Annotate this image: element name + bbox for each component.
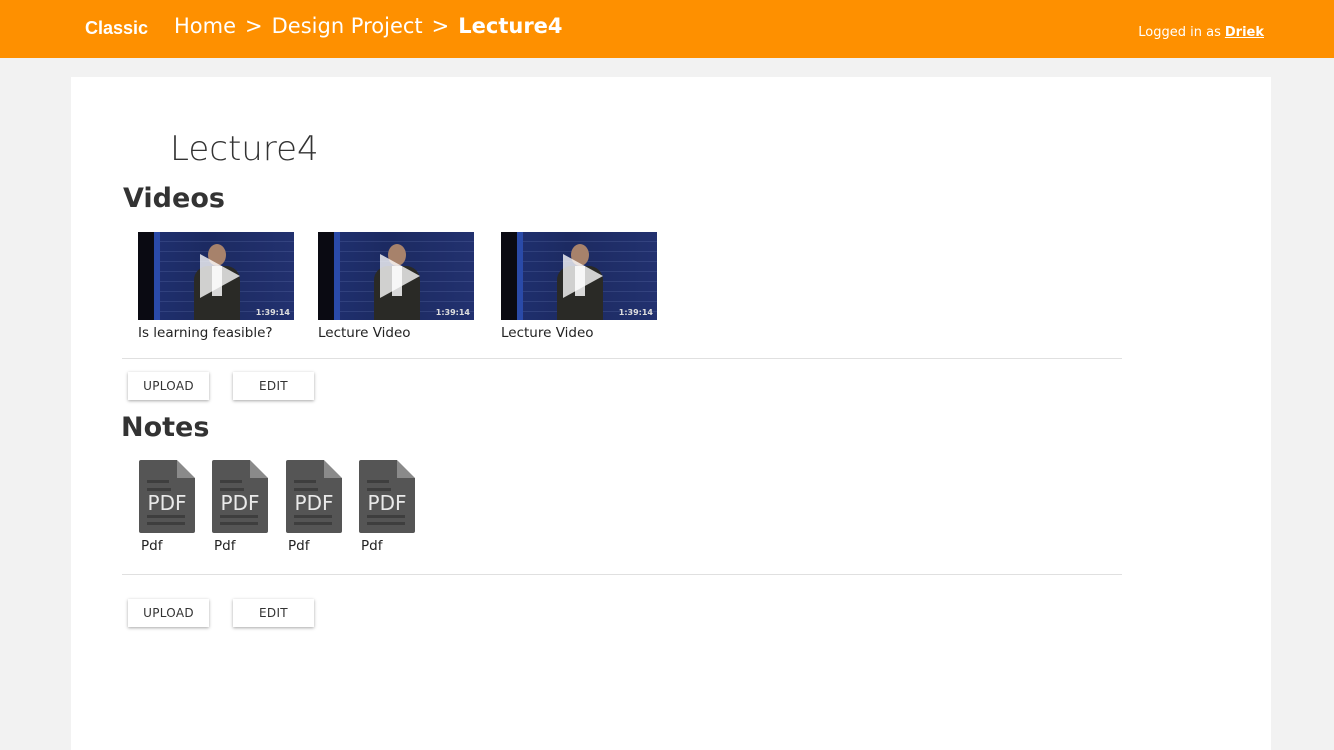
videos-heading: Videos (123, 183, 225, 214)
thumbnail-stripe (334, 232, 340, 320)
pdf-icon-label: PDF (294, 491, 334, 515)
video-item[interactable]: 1:39:14 Lecture Video (501, 232, 671, 341)
videos-divider (122, 358, 1122, 359)
video-thumbnail[interactable]: 1:39:14 (501, 232, 657, 320)
video-thumbnail[interactable]: 1:39:14 (138, 232, 294, 320)
play-icon[interactable] (563, 254, 603, 298)
thumbnail-stripe (154, 232, 160, 320)
breadcrumb: Home > Design Project > Lecture4 (174, 14, 563, 38)
video-title[interactable]: Is learning feasible? (138, 325, 308, 341)
username-link[interactable]: Driek (1225, 25, 1264, 40)
breadcrumb-current: Lecture4 (458, 14, 563, 38)
pdf-name[interactable]: Pdf (288, 538, 348, 554)
video-title[interactable]: Lecture Video (318, 325, 488, 341)
video-item[interactable]: 1:39:14 Is learning feasible? (138, 232, 308, 341)
play-icon[interactable] (200, 254, 240, 298)
pdf-icon-label: PDF (147, 491, 187, 515)
video-duration: 1:39:14 (435, 308, 470, 317)
pdf-name[interactable]: Pdf (214, 538, 274, 554)
notes-upload-button[interactable]: UPLOAD (128, 599, 209, 627)
pdf-item[interactable]: PDF Pdf (139, 460, 201, 554)
breadcrumb-home[interactable]: Home (174, 14, 236, 38)
pdf-item[interactable]: PDF Pdf (286, 460, 348, 554)
thumbnail-stripe (517, 232, 523, 320)
videos-edit-button[interactable]: EDIT (233, 372, 314, 400)
breadcrumb-design-project[interactable]: Design Project (272, 14, 423, 38)
video-duration: 1:39:14 (618, 308, 653, 317)
top-bar: Classic Home > Design Project > Lecture4 Log… (0, 0, 1334, 58)
pdf-icon[interactable]: PDF (359, 460, 415, 533)
notes-divider (122, 574, 1122, 575)
play-icon[interactable] (380, 254, 420, 298)
pdf-item[interactable]: PDF Pdf (359, 460, 421, 554)
breadcrumb-separator: > (245, 14, 263, 38)
video-thumbnail[interactable]: 1:39:14 (318, 232, 474, 320)
user-info: Logged in as Driek (1138, 25, 1264, 40)
pdf-item[interactable]: PDF Pdf (212, 460, 274, 554)
video-title[interactable]: Lecture Video (501, 325, 671, 341)
pdf-icon[interactable]: PDF (286, 460, 342, 533)
breadcrumb-separator: > (431, 14, 450, 38)
notes-edit-button[interactable]: EDIT (233, 599, 314, 627)
videos-upload-button[interactable]: UPLOAD (128, 372, 209, 400)
pdf-icon[interactable]: PDF (139, 460, 195, 533)
video-item[interactable]: 1:39:14 Lecture Video (318, 232, 488, 341)
video-duration: 1:39:14 (255, 308, 290, 317)
pdf-icon-label: PDF (220, 491, 260, 515)
content-card: Lecture4 Videos 1:39:14 Is learning feas… (71, 77, 1271, 750)
logged-in-label: Logged in as (1138, 25, 1221, 40)
page-title: Lecture4 (170, 129, 319, 169)
pdf-icon-label: PDF (367, 491, 407, 515)
brand-logo[interactable]: Classic (85, 18, 148, 39)
pdf-icon[interactable]: PDF (212, 460, 268, 533)
pdf-name[interactable]: Pdf (361, 538, 421, 554)
notes-heading: Notes (121, 412, 210, 443)
pdf-name[interactable]: Pdf (141, 538, 201, 554)
